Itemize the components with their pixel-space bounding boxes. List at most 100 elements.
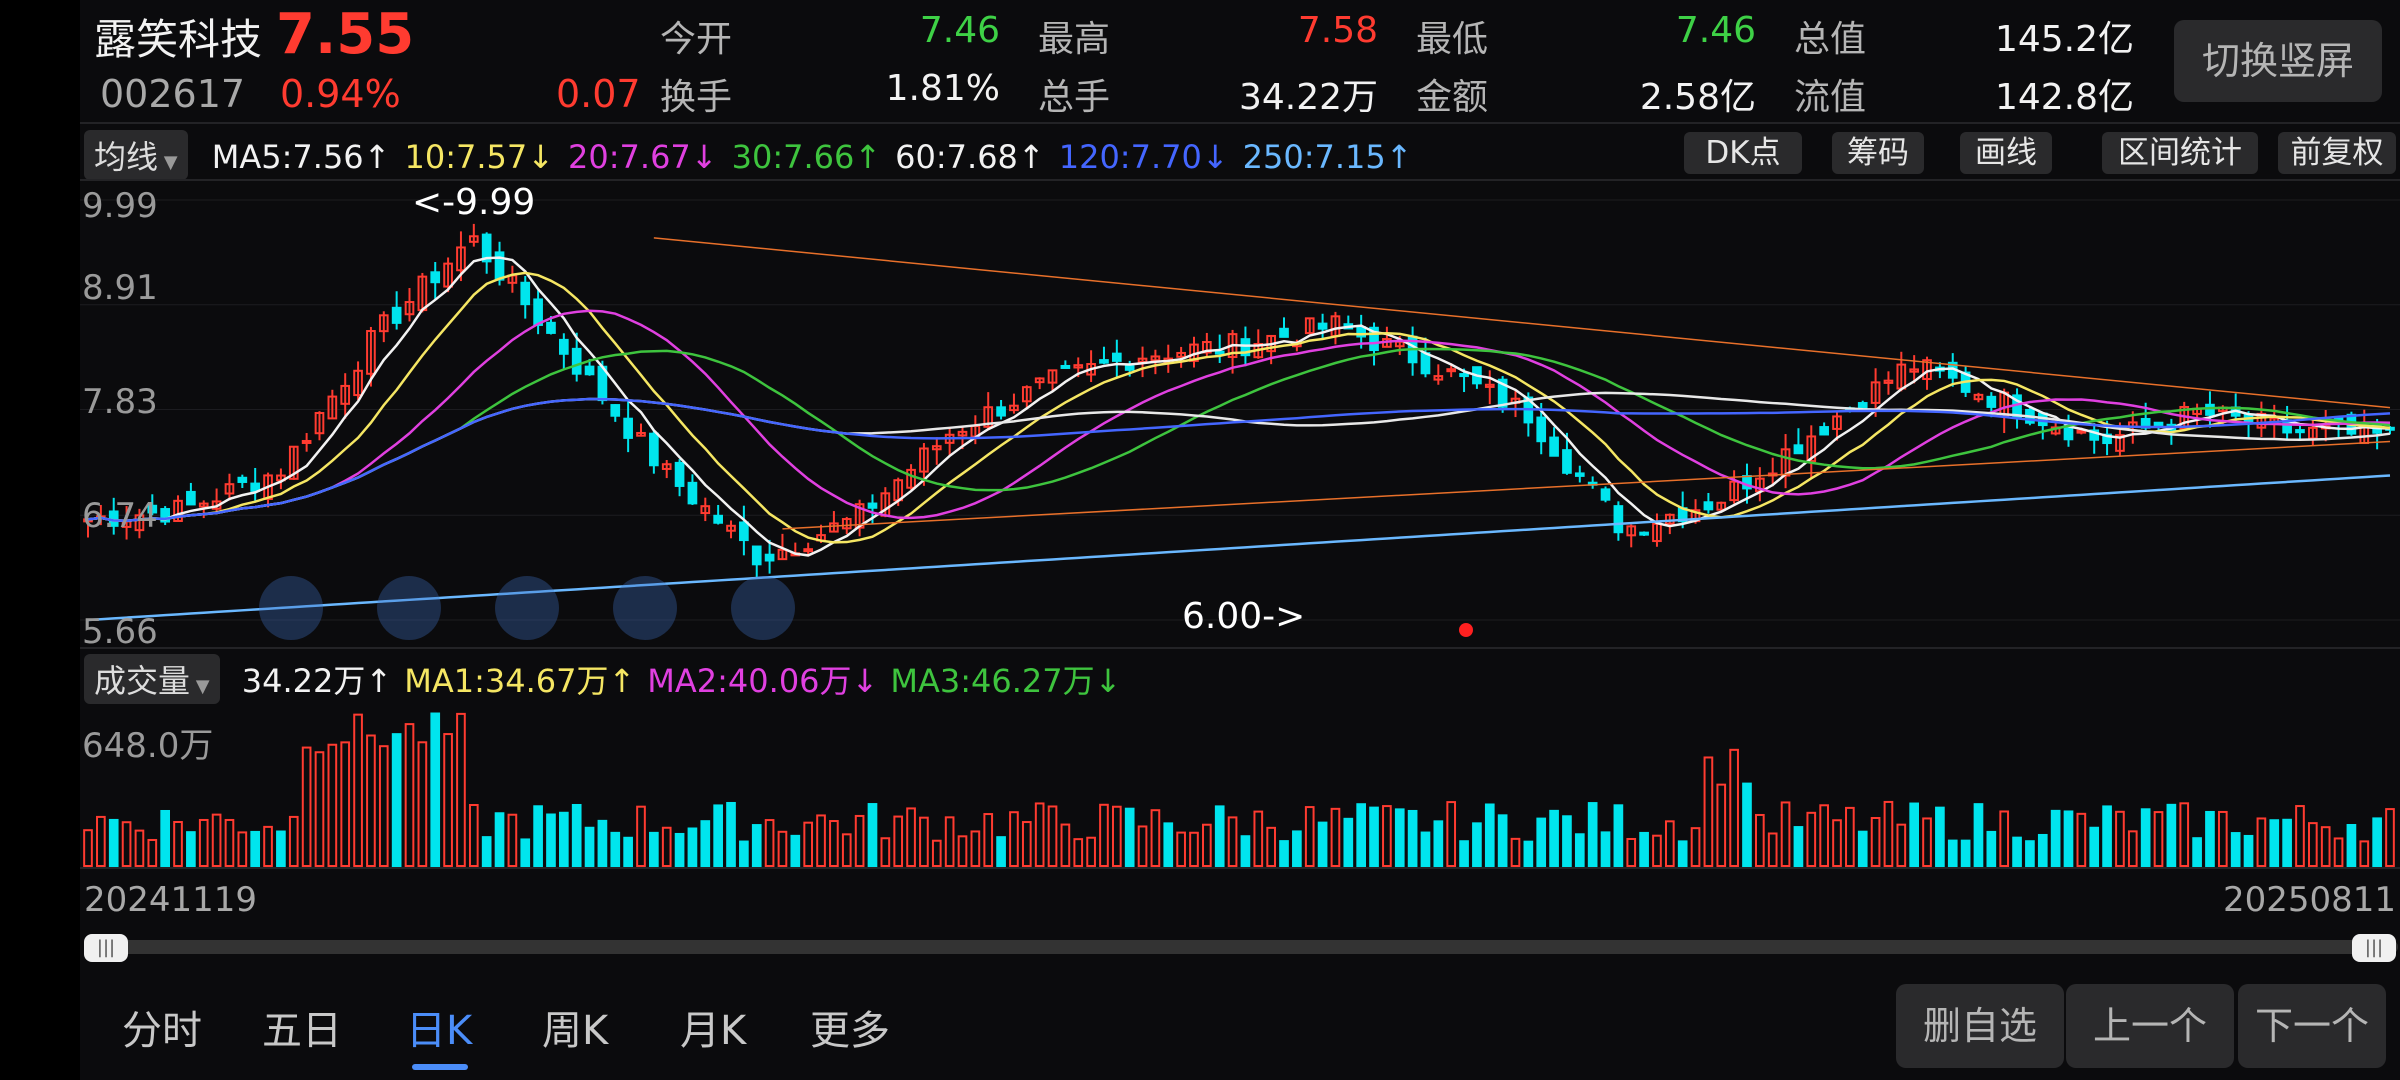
volume-bar bbox=[1484, 803, 1495, 868]
volume-bar bbox=[1780, 801, 1791, 867]
volume-bar bbox=[1433, 820, 1444, 867]
volume-bar bbox=[1086, 836, 1096, 868]
tab-4[interactable]: 周K bbox=[542, 998, 608, 1056]
bottom-button-1[interactable]: 删自选 bbox=[1896, 984, 2064, 1068]
volume-bar bbox=[829, 820, 839, 868]
bottom-button-2[interactable]: 上一个 bbox=[2066, 984, 2234, 1068]
candle-body bbox=[1446, 368, 1457, 373]
candle-body bbox=[687, 481, 698, 505]
volume-bar bbox=[1600, 831, 1611, 867]
volume-bar bbox=[931, 839, 942, 868]
volume-bar bbox=[1536, 817, 1547, 867]
volume-bar bbox=[867, 803, 878, 867]
volume-selector[interactable]: 成交量 ▼ bbox=[84, 654, 220, 704]
chart-zoom-control[interactable] bbox=[259, 576, 323, 640]
volume-bar bbox=[1497, 814, 1508, 868]
volume-bar bbox=[893, 815, 904, 867]
volume-bar bbox=[1227, 816, 1238, 867]
volume-legend-bar: 成交量 ▼ 34.22万↑ MA1:34.67万↑ MA2:40.06万↓ MA3:4… bbox=[80, 654, 1121, 704]
volume-bar bbox=[456, 712, 466, 867]
volume-bar bbox=[96, 815, 106, 868]
volume-bar bbox=[2308, 822, 2318, 867]
volume-bar bbox=[1060, 823, 1071, 867]
volume-bar bbox=[121, 821, 132, 868]
volume-bar bbox=[83, 829, 93, 868]
volume-bar bbox=[1343, 817, 1354, 867]
volume-bar bbox=[1214, 805, 1225, 867]
volume-bar bbox=[2025, 840, 2035, 868]
volume-bar bbox=[1587, 802, 1598, 867]
chart-zoom-control[interactable] bbox=[613, 576, 677, 640]
volume-bar bbox=[713, 804, 723, 868]
volume-bar bbox=[584, 826, 595, 868]
range-handle-right[interactable]: ||| bbox=[2352, 934, 2396, 962]
volume-bar bbox=[1021, 821, 1032, 868]
volume-bar bbox=[1716, 783, 1727, 868]
volume-bar bbox=[1896, 823, 1907, 868]
volume-bar bbox=[1845, 806, 1855, 867]
volume-bar bbox=[108, 818, 119, 867]
volume-bar bbox=[2230, 832, 2241, 867]
volume-bar bbox=[1523, 840, 1534, 867]
volume-bar bbox=[507, 813, 518, 868]
candle-body bbox=[996, 406, 1006, 417]
range-handle-left[interactable]: ||| bbox=[84, 934, 128, 962]
volume-axis-max: 648.0万 bbox=[82, 726, 214, 766]
volume-bar bbox=[957, 835, 968, 868]
volume-bar bbox=[276, 830, 286, 867]
candle-body bbox=[2205, 403, 2215, 416]
volume-bar bbox=[2012, 836, 2022, 868]
volume-bar bbox=[1999, 810, 2010, 867]
volume-bar bbox=[919, 816, 929, 867]
volume-bar bbox=[764, 819, 775, 867]
volume-bar bbox=[623, 836, 633, 867]
candle-body bbox=[1536, 416, 1547, 443]
volume-bar bbox=[2179, 802, 2190, 867]
candle-body bbox=[250, 482, 261, 492]
chart-zoom-control[interactable] bbox=[731, 576, 795, 640]
volume-bar bbox=[1279, 840, 1289, 868]
volume-bar bbox=[649, 831, 659, 868]
volume-bar bbox=[1150, 809, 1161, 867]
candle-body bbox=[1099, 359, 1109, 364]
candle-body bbox=[430, 271, 441, 284]
volume-bar bbox=[777, 830, 788, 867]
candle-body bbox=[301, 439, 312, 444]
volume-bar bbox=[1742, 782, 1752, 868]
volume-bar bbox=[1176, 831, 1186, 868]
volume-bar bbox=[134, 829, 145, 868]
kline-chart[interactable] bbox=[80, 0, 2400, 960]
volume-bar bbox=[1394, 808, 1405, 867]
candle-body bbox=[546, 321, 556, 334]
candle-body bbox=[1279, 327, 1289, 338]
volume-bar bbox=[880, 837, 891, 868]
volume-bar bbox=[726, 801, 736, 867]
volume-bar bbox=[661, 826, 672, 868]
candle-body bbox=[237, 476, 248, 483]
volume-bar bbox=[2050, 809, 2061, 867]
volume-bar bbox=[2037, 833, 2048, 867]
volume-bar bbox=[2102, 805, 2112, 868]
candle-body bbox=[1703, 501, 1714, 511]
bottom-button-3[interactable]: 下一个 bbox=[2238, 984, 2386, 1068]
volume-bar bbox=[2217, 810, 2228, 868]
volume-bar bbox=[1266, 826, 1276, 868]
range-scrollbar[interactable] bbox=[86, 940, 2398, 954]
candle-body bbox=[1819, 426, 1829, 436]
tab-1[interactable]: 分时 bbox=[122, 998, 202, 1056]
volume-bar bbox=[1099, 803, 1109, 867]
tab-6[interactable]: 更多 bbox=[810, 998, 890, 1056]
volume-bar bbox=[1510, 837, 1521, 867]
tab-5[interactable]: 月K bbox=[680, 998, 746, 1056]
candle-body bbox=[623, 417, 633, 439]
volume-bar bbox=[1883, 800, 1894, 867]
chart-zoom-control[interactable] bbox=[495, 576, 559, 640]
chart-zoom-control[interactable] bbox=[377, 576, 441, 640]
stock-kline-screen: 露笑科技 7.55 002617 0.94% 0.07 今开 7.46 最高 7.58… bbox=[80, 0, 2400, 1080]
volume-bar bbox=[224, 818, 235, 867]
tab-3[interactable]: 日K bbox=[406, 998, 472, 1056]
volume-bar bbox=[2153, 811, 2164, 868]
volume-bar bbox=[1549, 809, 1559, 868]
ma-line-30 bbox=[87, 347, 2391, 522]
tab-2[interactable]: 五日 bbox=[262, 998, 342, 1056]
